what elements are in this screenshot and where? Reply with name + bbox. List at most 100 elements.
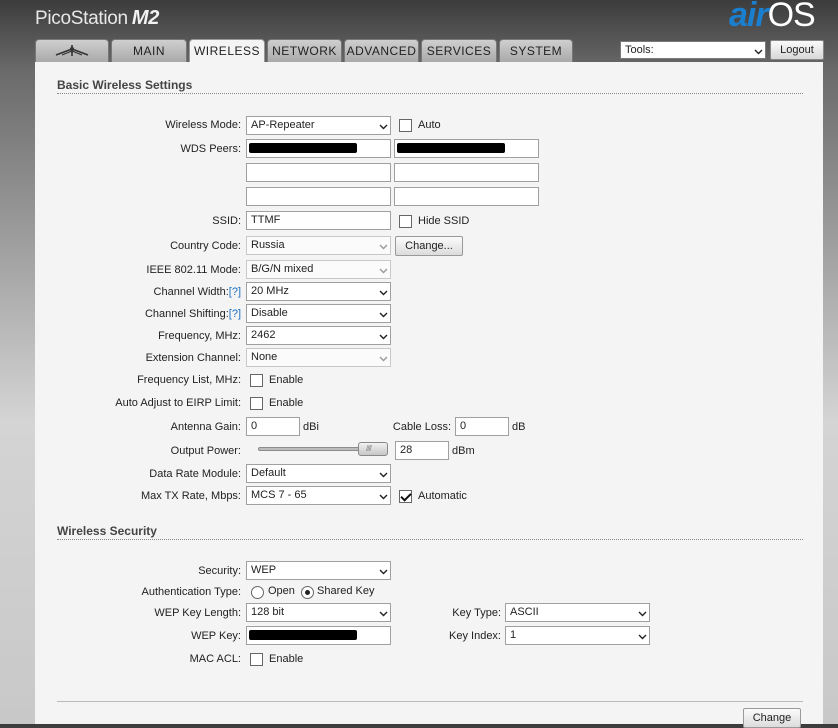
max-tx-rate-value: MCS 7 - 65 [251, 489, 307, 501]
frequency-select[interactable]: 2462 [246, 326, 391, 345]
auto-checkbox[interactable] [399, 119, 412, 132]
tab-wireless[interactable]: WIRELESS [189, 39, 265, 63]
channel-width-help-link[interactable]: [?] [229, 286, 241, 298]
channel-shifting-label-text: Channel Shifting: [144, 308, 229, 320]
auto-label: Auto [418, 119, 441, 131]
cable-loss-label: Cable Loss: [392, 421, 451, 433]
automatic-label: Automatic [418, 490, 467, 502]
tab-network[interactable]: NETWORK [267, 39, 342, 62]
brand-logo: PicoStation M2 [35, 7, 159, 30]
footer-divider [57, 701, 803, 702]
auth-shared-key-radio[interactable] [301, 586, 314, 599]
max-tx-rate-select[interactable]: MCS 7 - 65 [246, 486, 391, 505]
channel-shifting-select[interactable]: Disable [246, 304, 391, 323]
chevron-down-icon [379, 356, 388, 362]
ssid-input[interactable]: TTMF [246, 211, 391, 230]
country-code-select: Russia [246, 236, 391, 255]
wds-peer-3-input[interactable] [246, 163, 391, 182]
country-code-label: Country Code: [170, 240, 241, 252]
airos-logo-air: air [729, 0, 769, 34]
logout-button[interactable]: Logout [770, 40, 824, 60]
key-index-select[interactable]: 1 [505, 626, 650, 645]
wep-key-length-select[interactable]: 128 bit [246, 603, 391, 622]
output-power-input[interactable]: 28 [395, 441, 449, 460]
channel-width-label-text: Channel Width: [153, 286, 229, 298]
tab-advanced[interactable]: ADVANCED [344, 39, 419, 62]
chevron-down-icon [754, 49, 763, 55]
wds-peer-2-input[interactable] [394, 139, 539, 158]
wds-peer-1-input[interactable] [246, 139, 391, 158]
channel-shifting-help-link[interactable]: [?] [229, 308, 241, 320]
section-title-security: Wireless Security [57, 524, 157, 538]
frequency-value: 2462 [251, 329, 276, 341]
chevron-down-icon [379, 268, 388, 274]
key-type-value: ASCII [510, 606, 539, 618]
output-power-unit: dBm [452, 445, 475, 457]
brand-name: PicoStation [35, 8, 128, 29]
key-type-select[interactable]: ASCII [505, 603, 650, 622]
chevron-down-icon [379, 611, 388, 617]
key-type-label: Key Type: [452, 607, 501, 619]
output-power-slider-handle[interactable] [358, 442, 388, 456]
wep-key-input[interactable] [246, 626, 391, 645]
security-label: Security: [198, 565, 241, 577]
cable-loss-input[interactable]: 0 [455, 417, 509, 436]
redacted-value [249, 143, 357, 153]
tab-system[interactable]: SYSTEM [499, 39, 573, 62]
wireless-panel: Basic Wireless Settings Wireless Mode: A… [35, 62, 823, 728]
automatic-checkbox[interactable] [399, 490, 412, 503]
tab-services[interactable]: SERVICES [421, 39, 497, 62]
frequency-list-enable-label: Enable [269, 374, 304, 386]
security-select[interactable]: WEP [246, 561, 391, 580]
tab-main[interactable]: MAIN [111, 39, 187, 62]
extension-channel-select: None [246, 348, 391, 367]
tools-select-value: Tools: [625, 44, 654, 56]
auto-eirp-checkbox[interactable] [250, 397, 263, 410]
hide-ssid-label: Hide SSID [418, 215, 470, 227]
extension-channel-label: Extension Channel: [145, 352, 241, 364]
airos-logo: airOS [729, 0, 816, 35]
chevron-down-icon [379, 334, 388, 340]
channel-width-select[interactable]: 20 MHz [246, 282, 391, 301]
wireless-mode-label: Wireless Mode: [165, 119, 241, 131]
chevron-down-icon [379, 290, 388, 296]
change-country-button[interactable]: Change... [395, 236, 463, 256]
antenna-gain-unit: dBi [303, 421, 319, 433]
wds-peer-5-input[interactable] [246, 187, 391, 206]
wireless-mode-select[interactable]: AP-Repeater [246, 116, 391, 135]
section-divider [57, 93, 803, 94]
mac-acl-label: MAC ACL: [189, 653, 241, 665]
extension-channel-value: None [251, 351, 278, 363]
change-button[interactable]: Change [743, 708, 801, 728]
wep-key-length-value: 128 bit [251, 606, 285, 618]
section-divider [57, 539, 803, 540]
mac-acl-enable-label: Enable [269, 653, 304, 665]
data-rate-module-select[interactable]: Default [246, 464, 391, 483]
auth-open-radio[interactable] [251, 586, 264, 599]
ssid-label: SSID: [212, 215, 241, 227]
redacted-value [397, 143, 505, 153]
wds-peer-6-input[interactable] [394, 187, 539, 206]
cable-loss-unit: dB [512, 421, 526, 433]
chevron-down-icon [379, 244, 388, 250]
tools-select[interactable]: Tools: [620, 41, 766, 59]
key-index-value: 1 [510, 629, 517, 641]
security-value: WEP [251, 564, 277, 576]
wep-key-length-label: WEP Key Length: [154, 607, 241, 619]
ieee-mode-value: B/G/N mixed [251, 263, 314, 275]
country-code-value: Russia [251, 239, 285, 251]
auto-eirp-enable-label: Enable [269, 397, 304, 409]
mac-acl-checkbox[interactable] [250, 653, 263, 666]
channel-shifting-value: Disable [251, 307, 288, 319]
wds-peers-label: WDS Peers: [180, 143, 241, 155]
hide-ssid-checkbox[interactable] [399, 215, 412, 228]
antenna-gain-input[interactable]: 0 [246, 417, 300, 436]
wds-peer-4-input[interactable] [394, 163, 539, 182]
tab-ubnt-logo[interactable] [35, 39, 109, 62]
frequency-list-label: Frequency List, MHz: [137, 374, 241, 386]
frequency-list-checkbox[interactable] [250, 374, 263, 387]
wireless-mode-value: AP-Repeater [251, 119, 315, 131]
data-rate-module-label: Data Rate Module: [149, 468, 241, 480]
auth-shared-key-label: Shared Key [317, 585, 375, 597]
section-title-basic: Basic Wireless Settings [57, 78, 193, 92]
